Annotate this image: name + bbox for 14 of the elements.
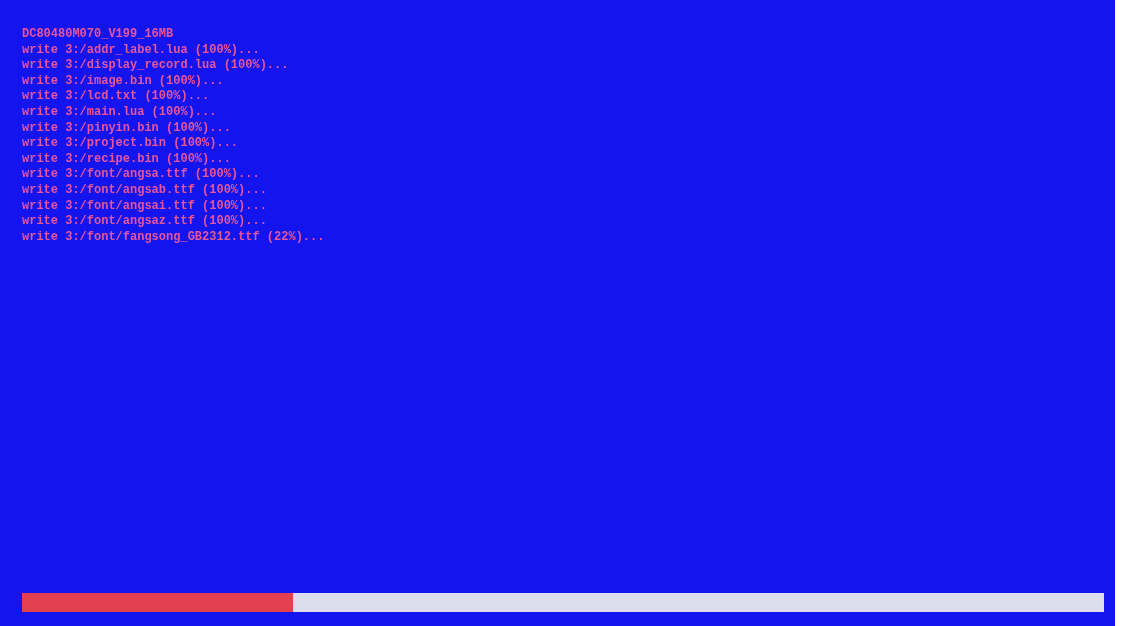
log-line: write 3:/display_record.lua (100%)... [22,58,290,74]
log-line: DC80480M070_V199_16MB [22,27,175,43]
log-line: write 3:/font/angsab.ttf (100%)... [22,182,268,199]
log-line: write 3:/image.bin (100%)... [22,73,225,90]
log-line: write 3:/font/fangsong_GB2312.ttf (22%)... [22,229,326,246]
log-line: write 3:/main.lua (100%)... [22,104,218,121]
log-line: write 3:/font/angsa.ttf (100%)... [22,167,261,183]
log-line: write 3:/addr_label.lua (100%)... [22,42,261,59]
log-line: write 3:/font/angsai.ttf (100%)... [22,198,268,215]
log-line: write 3:/project.bin (100%)... [22,136,240,152]
log-line: write 3:/font/angsaz.ttf (100%)... [22,214,268,230]
log-line: write 3:/lcd.txt (100%)... [22,89,211,105]
log-line: write 3:/pinyin.bin (100%)... [22,120,232,137]
log-line: write 3:/recipe.bin (100%)... [22,151,232,168]
